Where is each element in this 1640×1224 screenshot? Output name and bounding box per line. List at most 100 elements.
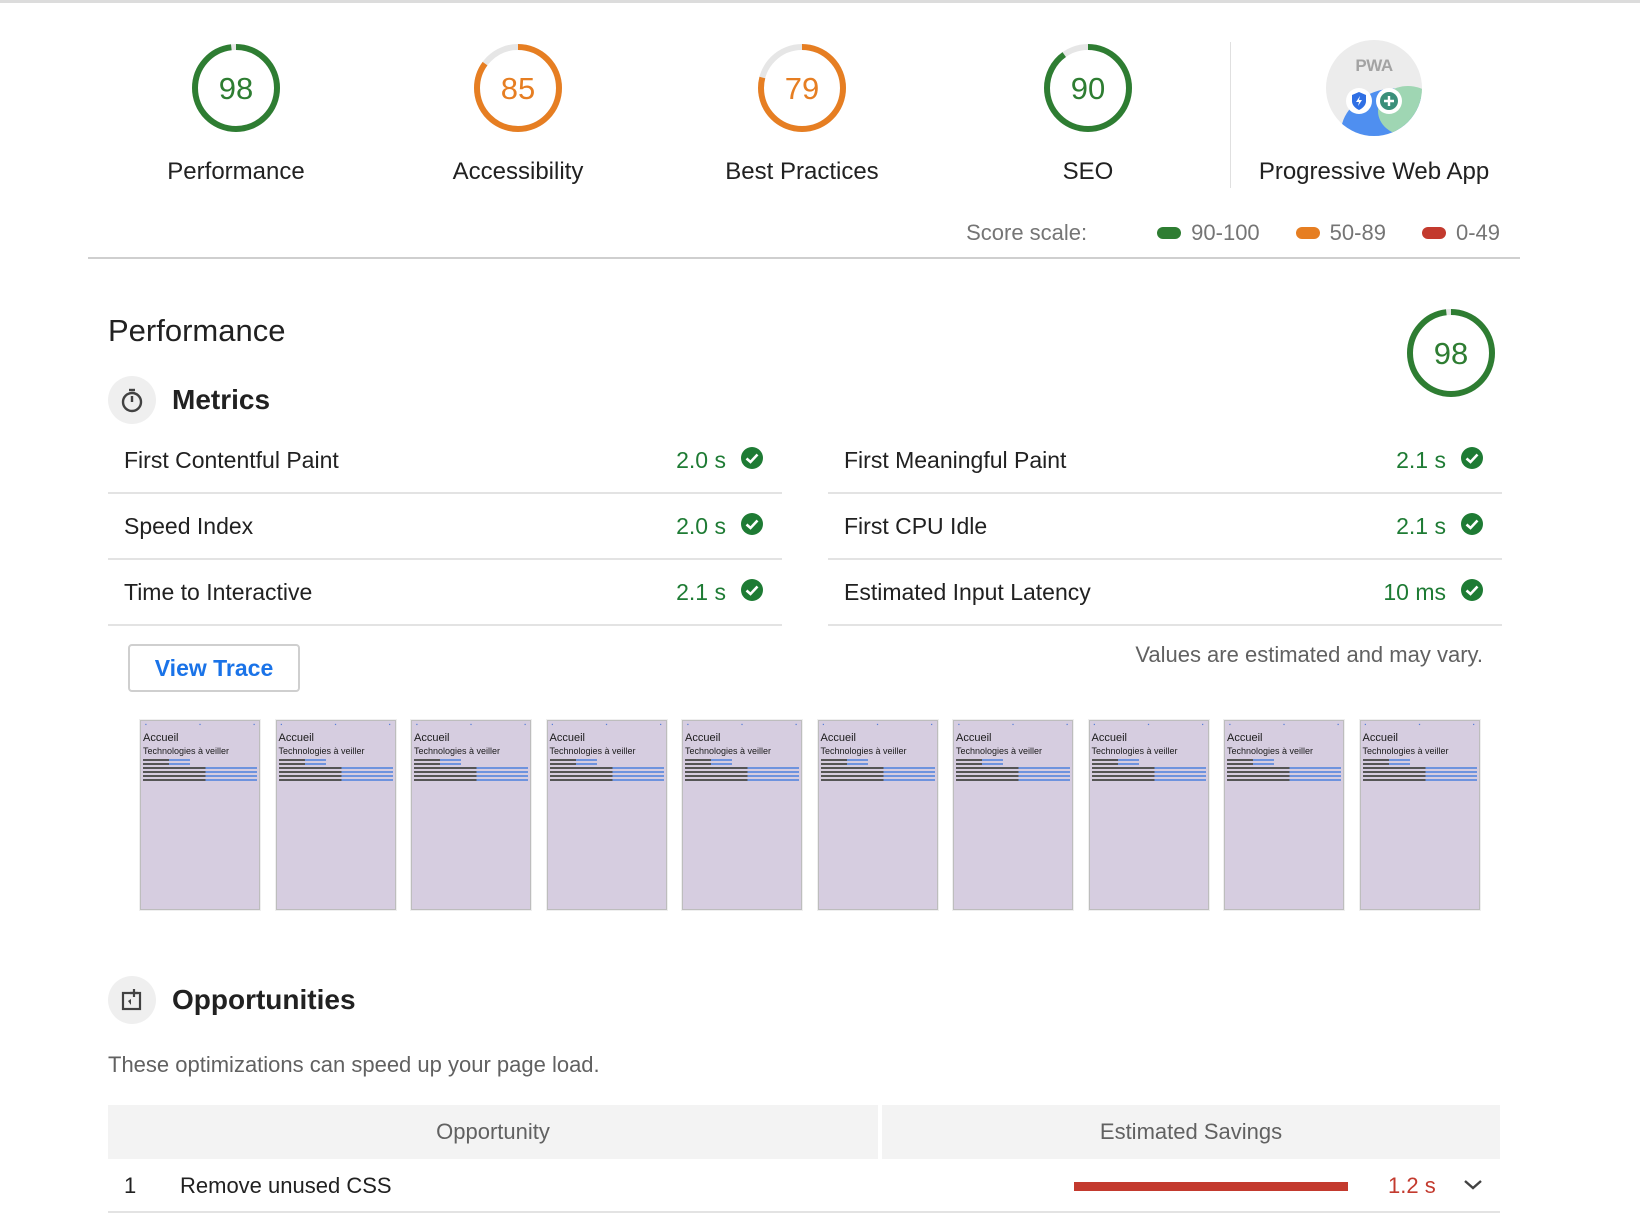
frame-nav: ▪ ▪ ▪ — [416, 722, 526, 728]
metrics-header: Metrics — [108, 376, 270, 424]
gauge-accessibility[interactable]: 85 Accessibility — [368, 40, 668, 186]
frame-line — [414, 759, 462, 761]
frame-subtitle: Technologies à veiller — [278, 746, 365, 756]
savings-bar — [1074, 1182, 1348, 1191]
frame-line — [143, 763, 191, 765]
frame-line — [1362, 771, 1477, 773]
values-vary-note: Values are estimated and may vary. — [1135, 642, 1483, 667]
frame-line — [956, 759, 1004, 761]
column-header-opportunity: Opportunity — [108, 1105, 878, 1159]
gauge-score: 90 — [1071, 71, 1105, 106]
filmstrip-frame: ▪ ▪ ▪ Accueil Technologies à veiller — [546, 720, 667, 910]
frame-line — [956, 763, 1004, 765]
gauge-label: Progressive Web App — [1258, 158, 1490, 185]
table-row[interactable]: 1 Remove unused CSS 1.2 s — [108, 1159, 1500, 1213]
frame-line — [956, 779, 1070, 781]
row-index: 1 — [124, 1173, 137, 1198]
frame-line — [414, 763, 462, 765]
filmstrip-frame: ▪ ▪ ▪ Accueil Technologies à veiller — [1359, 720, 1480, 910]
opportunities-description: These optimizations can speed up your pa… — [108, 1052, 600, 1077]
gauge-score: 98 — [1434, 336, 1468, 371]
frame-nav: ▪ ▪ ▪ — [145, 722, 255, 728]
metric-row: Speed Index 2.0 s — [108, 494, 782, 560]
frame-line — [685, 763, 733, 765]
frame-nav: ▪ ▪ ▪ — [280, 722, 391, 728]
metric-row: First CPU Idle 2.1 s — [828, 494, 1502, 560]
frame-subtitle: Technologies à veiller — [1362, 746, 1449, 756]
check-circle-icon — [740, 512, 764, 541]
gauge-pwa[interactable]: PWA Progressive Web App — [1224, 40, 1524, 186]
filmstrip-frame: ▪ ▪ ▪ Accueil Technologies à veiller — [682, 720, 802, 910]
gauge-label: Performance — [167, 158, 305, 185]
metric-name: First Meaningful Paint — [844, 446, 1067, 473]
frame-line — [1227, 771, 1341, 773]
frame-line — [1362, 763, 1410, 765]
lightning-shield-icon — [1346, 88, 1372, 114]
gauge-score: 79 — [785, 71, 819, 106]
frame-line — [143, 771, 257, 773]
metric-name: First Contentful Paint — [124, 446, 339, 473]
frame-subtitle: Technologies à veiller — [820, 746, 907, 756]
metric-name: First CPU Idle — [844, 512, 988, 539]
metric-row: First Contentful Paint 2.0 s — [108, 428, 782, 494]
frame-subtitle: Technologies à veiller — [549, 746, 636, 756]
divider — [88, 257, 1520, 259]
view-trace-button[interactable]: View Trace — [128, 644, 300, 692]
frame-line — [414, 771, 528, 773]
check-circle-icon — [1460, 512, 1484, 541]
frame-line — [1091, 775, 1206, 777]
frame-nav: ▪ ▪ ▪ — [958, 722, 1068, 728]
frame-subtitle: Technologies à veiller — [1091, 746, 1178, 756]
frame-line — [1362, 767, 1477, 769]
frame-line — [1362, 779, 1477, 781]
gauge-score: 85 — [501, 71, 535, 106]
frame-subtitle: Technologies à veiller — [414, 746, 501, 756]
frame-line — [549, 763, 597, 765]
metric-value: 2.0 s — [676, 512, 726, 539]
gauge-ring: 98 — [192, 44, 280, 132]
metric-row: First Meaningful Paint 2.1 s — [828, 428, 1502, 494]
frame-line — [414, 775, 528, 777]
frame-title: Accueil — [549, 732, 585, 744]
frame-line — [685, 771, 799, 773]
gauge-label: Best Practices — [725, 158, 879, 185]
metric-name: Time to Interactive — [124, 578, 313, 605]
filmstrip-frame: ▪ ▪ ▪ Accueil Technologies à veiller — [817, 720, 938, 910]
check-circle-icon — [1460, 446, 1484, 475]
frame-line — [278, 771, 393, 773]
top-border — [0, 0, 1640, 3]
frame-subtitle: Technologies à veiller — [1227, 746, 1314, 756]
frame-title: Accueil — [414, 732, 450, 744]
metric-name: Speed Index — [124, 512, 254, 539]
frame-title: Accueil — [1091, 732, 1127, 744]
check-circle-icon — [740, 578, 764, 607]
gauge-best-practices[interactable]: 79 Best Practices — [652, 40, 952, 186]
frame-line — [278, 763, 326, 765]
filmstrip-frame: ▪ ▪ ▪ Accueil Technologies à veiller — [411, 720, 531, 910]
gauge-label: Accessibility — [452, 158, 584, 185]
frame-line — [278, 775, 393, 777]
metric-value: 2.1 s — [1396, 512, 1446, 539]
gauge-ring: 98 — [1407, 309, 1495, 397]
frame-line — [1362, 775, 1477, 777]
frame-line — [278, 779, 393, 781]
scale-range-pass: 90-100 — [1157, 220, 1260, 246]
chevron-down-icon[interactable] — [1462, 1177, 1484, 1198]
pwa-badge-text: PWA — [1355, 56, 1393, 75]
metric-value: 10 ms — [1383, 578, 1446, 605]
scale-range-label: 90-100 — [1191, 220, 1260, 245]
metric-value: 2.1 s — [676, 578, 726, 605]
performance-section-title: Performance — [108, 313, 286, 348]
gauge-performance[interactable]: 98 Performance — [86, 40, 386, 186]
frame-subtitle: Technologies à veiller — [143, 746, 230, 756]
filmstrip-frame: ▪ ▪ ▪ Accueil Technologies à veiller — [953, 720, 1073, 910]
frame-line — [1227, 775, 1341, 777]
frame-nav: ▪ ▪ ▪ — [1364, 722, 1475, 728]
frame-line — [820, 771, 935, 773]
frame-line — [1227, 763, 1275, 765]
pwa-badge-icon: PWA — [1326, 40, 1422, 136]
frame-line — [820, 759, 868, 761]
scale-pill-icon — [1157, 227, 1182, 239]
score-scale: Score scale: 90-100 50-89 0-49 — [966, 220, 1500, 246]
gauge-seo[interactable]: 90 SEO — [938, 40, 1238, 186]
